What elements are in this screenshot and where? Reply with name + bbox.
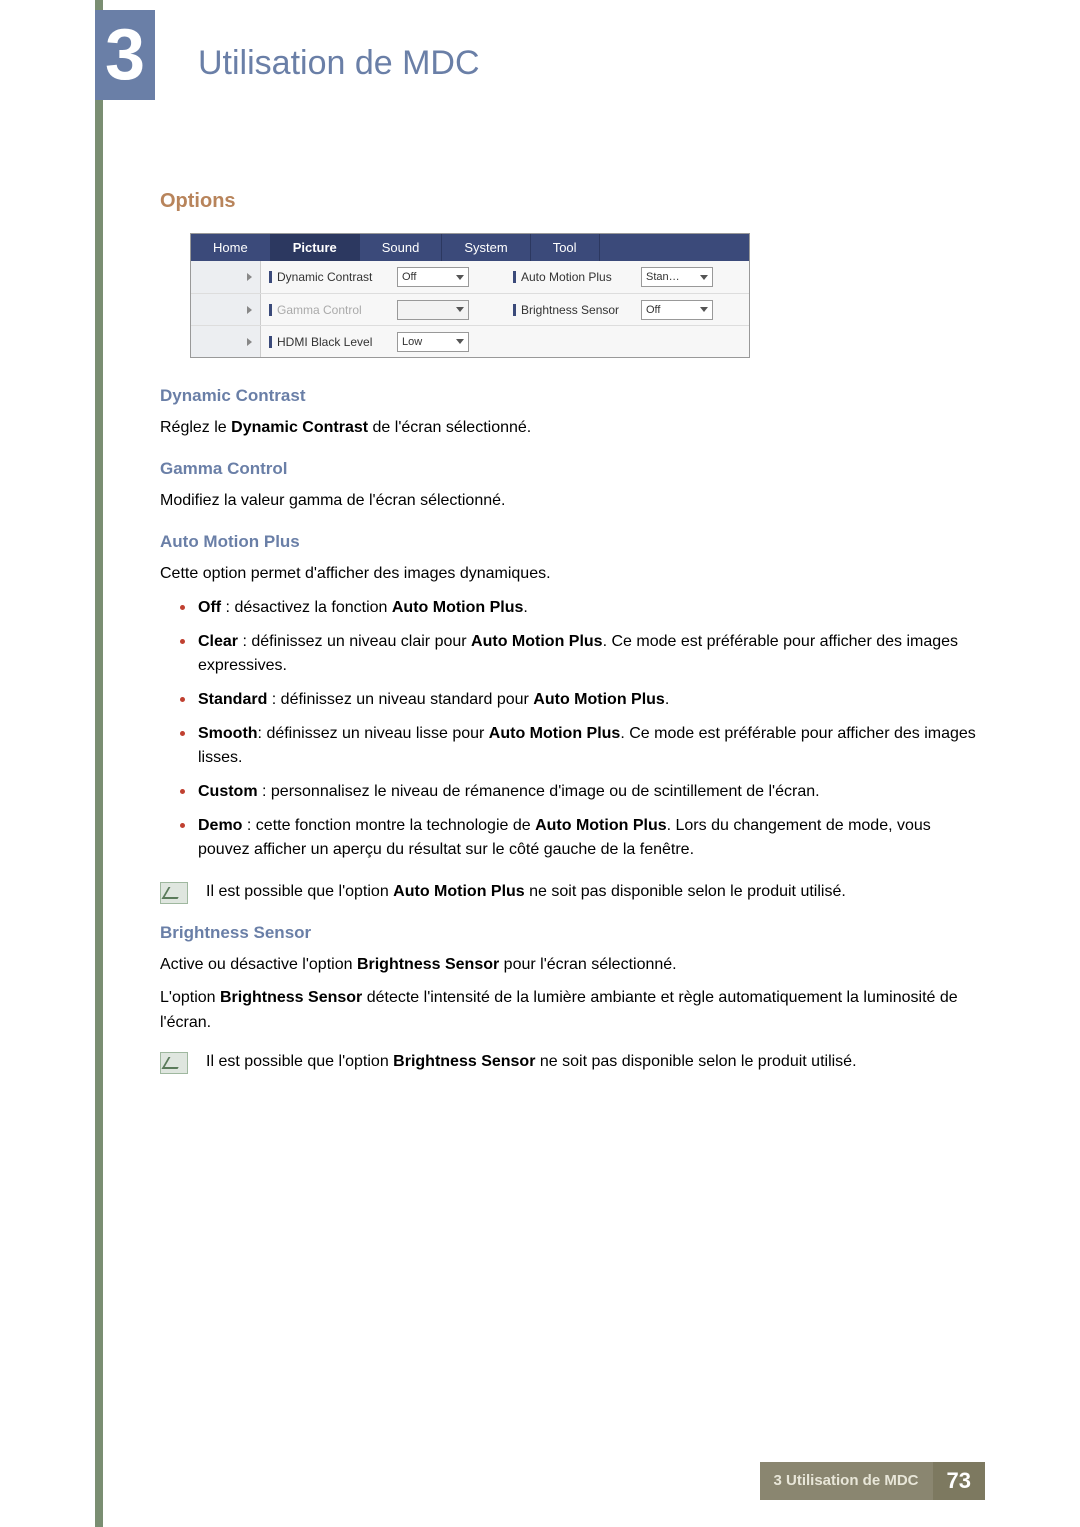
tab-sound[interactable]: Sound xyxy=(360,234,443,261)
dropdown-hdmi-black-level[interactable]: Low xyxy=(397,332,469,352)
tab-home[interactable]: Home xyxy=(191,234,271,261)
list-item: Clear : définissez un niveau clair pour … xyxy=(180,630,985,678)
note-text: Il est possible que l'option Brightness … xyxy=(206,1050,857,1075)
label-brightness-sensor: Brightness Sensor xyxy=(513,303,633,317)
ui-row: Gamma Control Brightness Sensor Off xyxy=(191,293,749,325)
note-amp: Il est possible que l'option Auto Motion… xyxy=(160,880,985,905)
dropdown-auto-motion-plus[interactable]: Stan… xyxy=(641,267,713,287)
ui-rows: Dynamic Contrast Off Auto Motion Plus St… xyxy=(191,261,749,357)
ui-row: HDMI Black Level Low xyxy=(191,325,749,357)
footer-chapter-label: 3 Utilisation de MDC xyxy=(760,1462,933,1500)
heading-dynamic-contrast: Dynamic Contrast xyxy=(160,386,985,406)
text-bs-1: Active ou désactive l'option Brightness … xyxy=(160,953,985,978)
list-item: Off : désactivez la fonction Auto Motion… xyxy=(180,596,985,620)
text-amp-intro: Cette option permet d'afficher des image… xyxy=(160,562,985,587)
chevron-down-icon xyxy=(456,307,464,312)
cell-brightness-sensor: Brightness Sensor Off xyxy=(505,300,749,320)
chapter-number: 3 xyxy=(105,19,145,91)
header-band: Utilisation de MDC xyxy=(103,28,1080,98)
section-heading-options: Options xyxy=(160,190,985,213)
note-icon xyxy=(160,1052,188,1074)
chevron-right-icon xyxy=(247,306,252,314)
footer-page-number: 73 xyxy=(933,1462,985,1500)
chevron-down-icon xyxy=(700,307,708,312)
page-footer: 3 Utilisation de MDC 73 xyxy=(103,1462,985,1500)
note-text: Il est possible que l'option Auto Motion… xyxy=(206,880,846,905)
label-dynamic-contrast: Dynamic Contrast xyxy=(269,270,389,284)
chapter-number-badge: 3 xyxy=(95,10,155,100)
cell-dynamic-contrast: Dynamic Contrast Off xyxy=(261,267,505,287)
chevron-down-icon xyxy=(700,275,708,280)
tab-tool[interactable]: Tool xyxy=(531,234,600,261)
dropdown-dynamic-contrast[interactable]: Off xyxy=(397,267,469,287)
tab-picture[interactable]: Picture xyxy=(271,234,360,261)
chapter-title: Utilisation de MDC xyxy=(198,44,480,83)
list-item: Standard : définissez un niveau standard… xyxy=(180,688,985,712)
label-auto-motion-plus: Auto Motion Plus xyxy=(513,270,633,284)
note-icon xyxy=(160,882,188,904)
tab-system[interactable]: System xyxy=(442,234,530,261)
label-hdmi-black-level: HDMI Black Level xyxy=(269,335,389,349)
list-item: Smooth: définissez un niveau lisse pour … xyxy=(180,722,985,770)
amp-list: Off : désactivez la fonction Auto Motion… xyxy=(180,596,985,862)
cell-auto-motion-plus: Auto Motion Plus Stan… xyxy=(505,267,749,287)
chevron-down-icon xyxy=(456,339,464,344)
row-expand-cell[interactable] xyxy=(191,326,261,357)
dropdown-brightness-sensor[interactable]: Off xyxy=(641,300,713,320)
cell-gamma-control: Gamma Control xyxy=(261,300,505,320)
row-expand-cell[interactable] xyxy=(191,294,261,325)
cell-hdmi-black-level: HDMI Black Level Low xyxy=(261,332,505,352)
ui-row: Dynamic Contrast Off Auto Motion Plus St… xyxy=(191,261,749,293)
heading-auto-motion-plus: Auto Motion Plus xyxy=(160,532,985,552)
side-accent-bar xyxy=(95,0,103,1527)
text-gamma-control: Modifiez la valeur gamma de l'écran séle… xyxy=(160,489,985,514)
dropdown-gamma-control[interactable] xyxy=(397,300,469,320)
chevron-down-icon xyxy=(456,275,464,280)
list-item: Custom : personnalisez le niveau de réma… xyxy=(180,780,985,804)
note-brightness-sensor: Il est possible que l'option Brightness … xyxy=(160,1050,985,1075)
text-bs-2: L'option Brightness Sensor détecte l'int… xyxy=(160,986,985,1036)
row-expand-cell[interactable] xyxy=(191,261,261,293)
text-dynamic-contrast: Réglez le Dynamic Contrast de l'écran sé… xyxy=(160,416,985,441)
chevron-right-icon xyxy=(247,273,252,281)
tab-bar-fill xyxy=(600,234,749,261)
ui-tab-bar: Home Picture Sound System Tool xyxy=(191,234,749,261)
options-ui-panel: Home Picture Sound System Tool Dynamic C… xyxy=(190,233,750,358)
content-area: Options Home Picture Sound System Tool D… xyxy=(160,190,985,1092)
heading-gamma-control: Gamma Control xyxy=(160,459,985,479)
heading-brightness-sensor: Brightness Sensor xyxy=(160,923,985,943)
chevron-right-icon xyxy=(247,338,252,346)
list-item: Demo : cette fonction montre la technolo… xyxy=(180,814,985,862)
label-gamma-control: Gamma Control xyxy=(269,303,389,317)
